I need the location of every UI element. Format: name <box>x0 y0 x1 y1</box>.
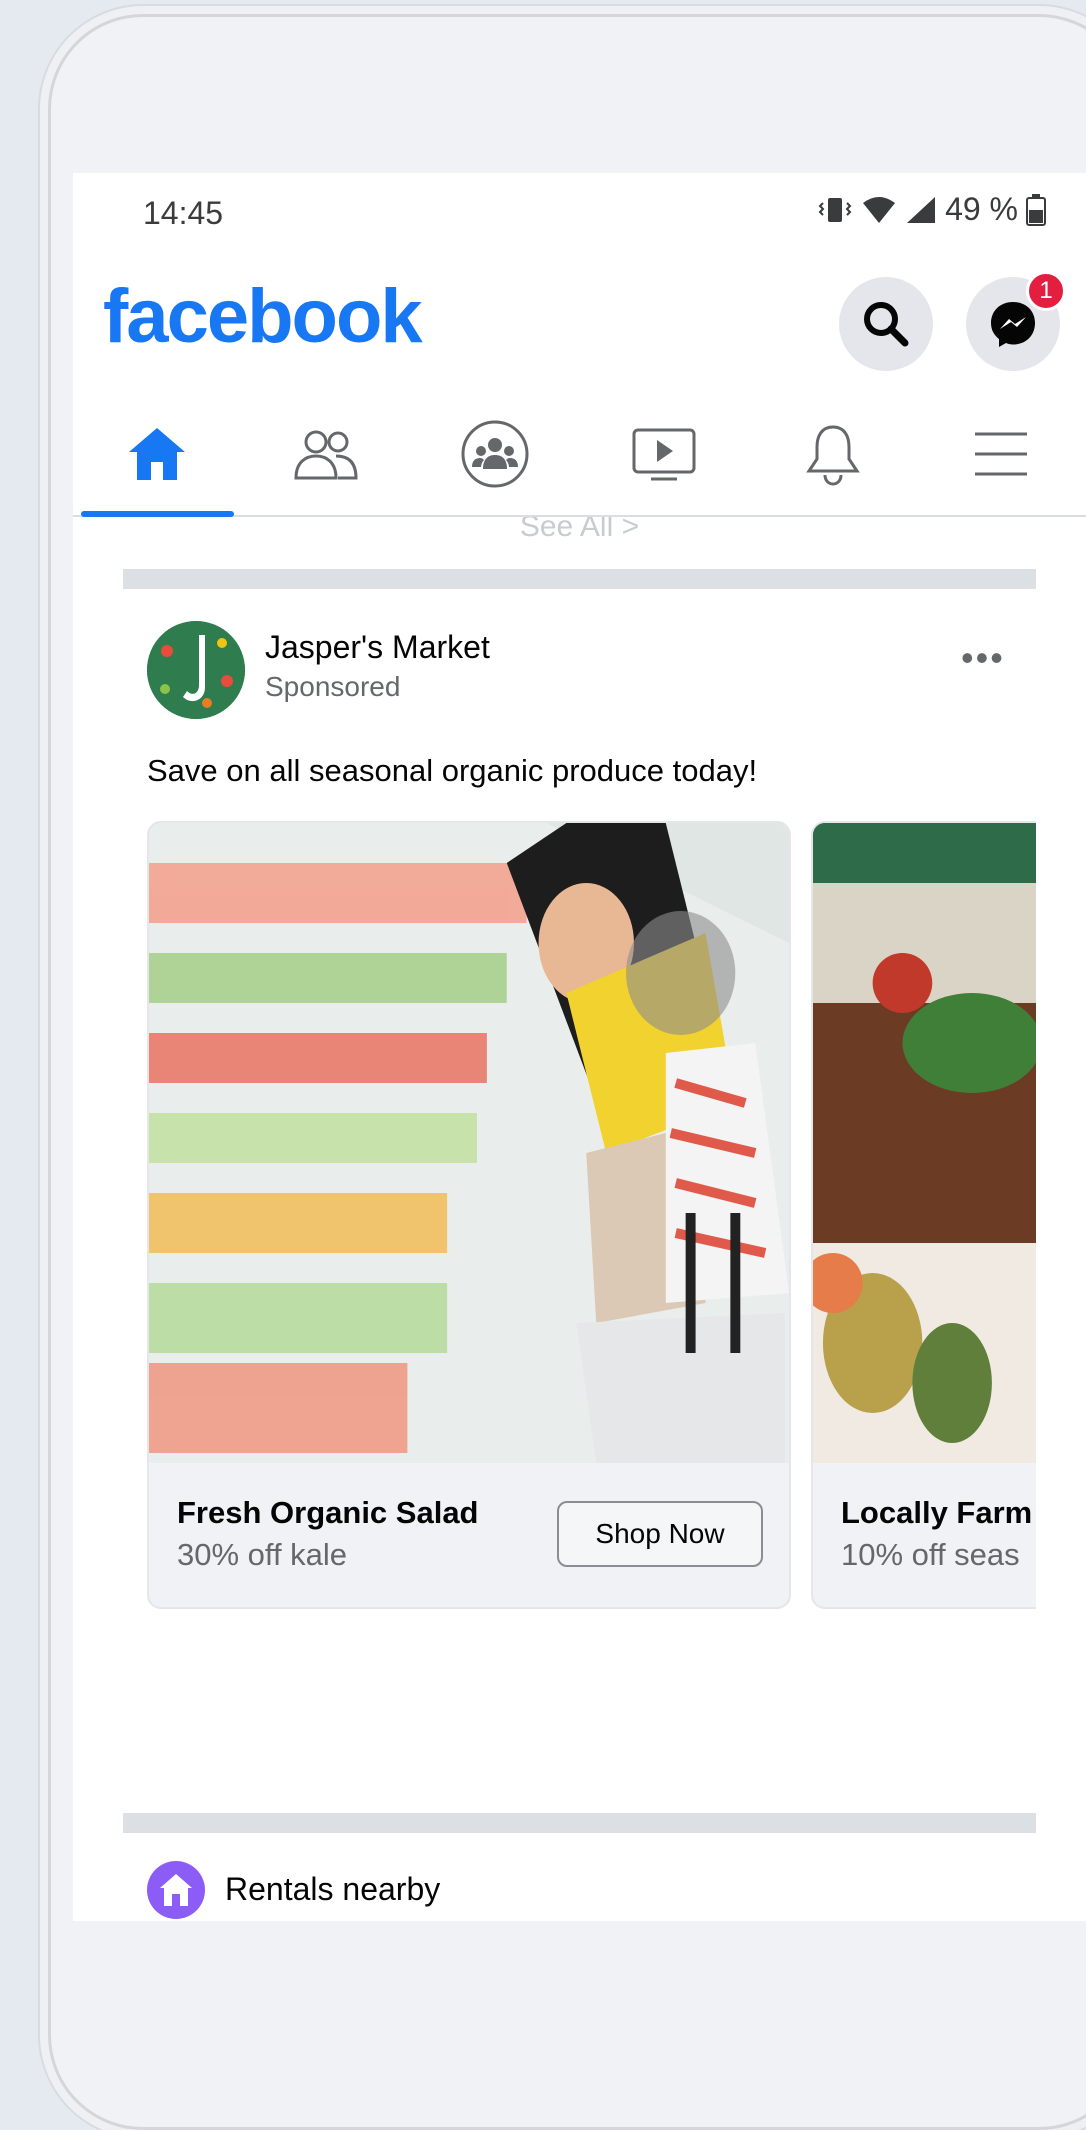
search-button[interactable] <box>839 277 933 371</box>
groups-icon <box>461 420 529 488</box>
product-image <box>813 823 1036 1463</box>
status-icons: 49 % <box>817 191 1046 228</box>
post-text: Save on all seasonal organic produce tod… <box>147 753 758 788</box>
card-title: Fresh Organic Salad <box>177 1495 479 1530</box>
watch-icon <box>632 428 696 481</box>
card-subtitle: 30% off kale <box>177 1537 348 1572</box>
see-all-link[interactable]: See All > <box>123 517 1036 569</box>
carousel-card[interactable]: Fresh Organic Salad 30% off kale Shop No… <box>147 821 791 1609</box>
rentals-house-icon <box>147 1861 205 1919</box>
card-title: Locally Farm <box>841 1495 1033 1530</box>
news-feed[interactable]: See All > Jasper's Market Sponsored ••• … <box>123 517 1036 1921</box>
tab-friends[interactable] <box>242 393 411 515</box>
feed-divider <box>123 1813 1036 1833</box>
product-carousel[interactable]: Fresh Organic Salad 30% off kale Shop No… <box>147 821 1036 1609</box>
feed-divider <box>123 569 1036 589</box>
battery-icon <box>1026 193 1046 226</box>
vibrate-icon <box>818 197 852 222</box>
rentals-title[interactable]: Rentals nearby <box>225 1871 440 1908</box>
page-avatar[interactable] <box>147 621 245 719</box>
jaspers-logo-icon <box>147 621 245 719</box>
tab-notifications[interactable] <box>748 393 917 515</box>
hamburger-icon <box>975 432 1028 476</box>
phone-screen: 14:45 49 % facebook 1 See All > Jasper's… <box>73 173 1086 1921</box>
nav-tabs <box>73 393 1086 517</box>
card-subtitle: 10% off seas <box>841 1537 1020 1572</box>
tab-menu[interactable] <box>917 393 1086 515</box>
search-icon <box>864 302 909 347</box>
home-icon <box>129 428 186 480</box>
more-options-icon[interactable]: ••• <box>961 637 1005 679</box>
status-bar: 14:45 49 % <box>73 173 1086 249</box>
signal-icon <box>907 196 936 223</box>
bell-icon <box>805 425 860 486</box>
page-name[interactable]: Jasper's Market <box>265 629 490 666</box>
carousel-card[interactable]: Locally Farm 10% off seas <box>811 821 1036 1609</box>
shop-now-button[interactable]: Shop Now <box>557 1501 763 1567</box>
status-time: 14:45 <box>143 195 224 231</box>
battery-percent: 49 % <box>945 191 1018 227</box>
wifi-icon <box>863 196 896 223</box>
sponsored-label: Sponsored <box>265 671 401 702</box>
tab-watch[interactable] <box>579 393 748 515</box>
tab-home[interactable] <box>73 393 242 517</box>
messenger-badge: 1 <box>1026 271 1066 311</box>
friends-icon <box>294 430 358 480</box>
product-image <box>149 823 789 1463</box>
tab-groups[interactable] <box>411 393 580 515</box>
messenger-button[interactable]: 1 <box>966 271 1066 371</box>
facebook-logo[interactable]: facebook <box>103 273 423 360</box>
